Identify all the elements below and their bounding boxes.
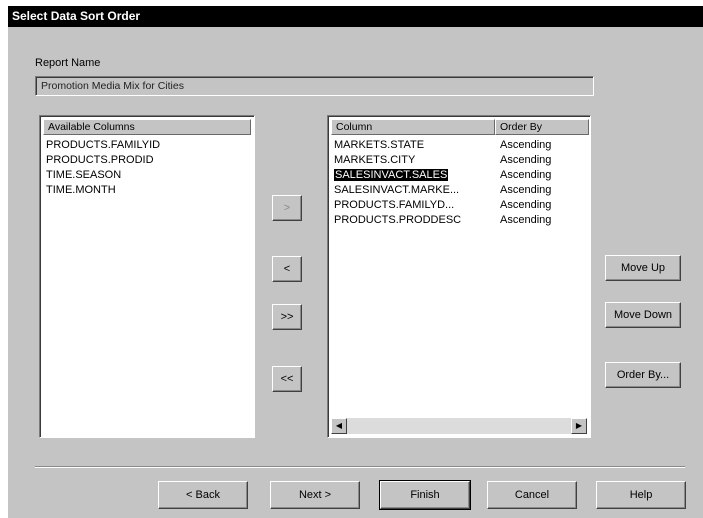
table-row[interactable]: MARKETS.STATE bbox=[334, 138, 424, 153]
horizontal-scrollbar[interactable]: ◀ ▶ bbox=[331, 418, 587, 434]
row-order: Ascending bbox=[500, 184, 552, 196]
row-order: Ascending bbox=[500, 199, 552, 211]
row-column: PRODUCTS.PRODDESC bbox=[334, 214, 462, 226]
scroll-right-arrow-icon[interactable]: ▶ bbox=[571, 418, 587, 434]
help-button[interactable]: Help bbox=[596, 481, 686, 509]
sort-order-list[interactable]: Column Order By MARKETS.STATE Ascending … bbox=[327, 115, 591, 438]
table-row[interactable]: PRODUCTS.PRODDESC bbox=[334, 213, 461, 228]
dialog-title: Select Data Sort Order bbox=[8, 6, 703, 27]
row-order: Ascending bbox=[500, 139, 552, 151]
footer-separator bbox=[35, 466, 685, 468]
list-item[interactable]: TIME.MONTH bbox=[46, 183, 116, 198]
row-order: Ascending bbox=[500, 154, 552, 166]
report-name-label: Report Name bbox=[35, 57, 101, 69]
row-column: SALESINVACT.SALES bbox=[334, 169, 449, 181]
row-order: Ascending bbox=[500, 169, 552, 181]
column-header[interactable]: Column bbox=[331, 119, 495, 135]
remove-column-button[interactable]: < bbox=[272, 256, 302, 282]
move-up-button[interactable]: Move Up bbox=[605, 255, 681, 281]
available-columns-list[interactable]: Available Columns PRODUCTS.FAMILYID PROD… bbox=[39, 115, 255, 438]
row-column: MARKETS.CITY bbox=[334, 154, 416, 166]
select-data-sort-order-dialog: Select Data Sort Order Report Name Promo… bbox=[7, 5, 703, 518]
finish-button[interactable]: Finish bbox=[379, 480, 471, 510]
order-by-header[interactable]: Order By bbox=[495, 119, 589, 135]
row-column: MARKETS.STATE bbox=[334, 139, 425, 151]
back-button[interactable]: < Back bbox=[158, 481, 248, 509]
next-button[interactable]: Next > bbox=[270, 481, 360, 509]
remove-all-columns-button[interactable]: << bbox=[272, 366, 302, 392]
order-by-button[interactable]: Order By... bbox=[605, 362, 681, 388]
row-order: Ascending bbox=[500, 214, 552, 226]
add-column-button[interactable]: > bbox=[272, 195, 302, 221]
cancel-button[interactable]: Cancel bbox=[487, 481, 577, 509]
table-row[interactable]: PRODUCTS.FAMILYD... bbox=[334, 198, 454, 213]
available-columns-header[interactable]: Available Columns bbox=[43, 119, 251, 135]
list-item[interactable]: PRODUCTS.PRODID bbox=[46, 153, 154, 168]
add-all-columns-button[interactable]: >> bbox=[272, 304, 302, 330]
scroll-left-arrow-icon[interactable]: ◀ bbox=[331, 418, 347, 434]
row-column: PRODUCTS.FAMILYD... bbox=[334, 199, 455, 211]
row-column: SALESINVACT.MARKE... bbox=[334, 184, 460, 196]
table-row-selected[interactable]: SALESINVACT.SALES bbox=[334, 168, 449, 183]
list-item[interactable]: TIME.SEASON bbox=[46, 168, 121, 183]
table-row[interactable]: MARKETS.CITY bbox=[334, 153, 415, 168]
report-name-field: Promotion Media Mix for Cities bbox=[35, 76, 594, 96]
list-item[interactable]: PRODUCTS.FAMILYID bbox=[46, 138, 160, 153]
move-down-button[interactable]: Move Down bbox=[605, 302, 681, 328]
table-row[interactable]: SALESINVACT.MARKE... bbox=[334, 183, 459, 198]
